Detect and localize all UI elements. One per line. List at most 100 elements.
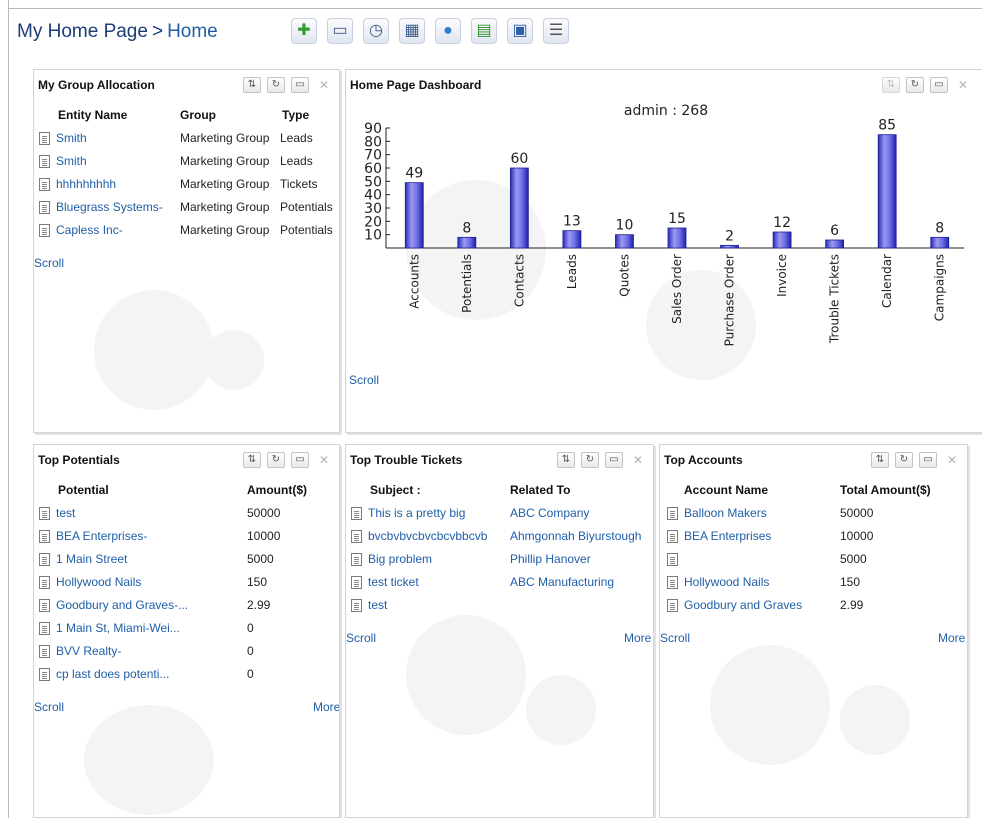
more-link[interactable]: More [938, 631, 967, 645]
chart-bar [667, 227, 687, 249]
row-link[interactable]: 1 Main St, Miami-Wei... [56, 621, 180, 635]
bar-value-label: 2 [725, 228, 734, 244]
notes-icon[interactable]: ☰ [543, 18, 569, 44]
settings-icon[interactable]: ⇅ [557, 452, 575, 468]
close-icon[interactable]: ✕ [315, 452, 333, 468]
row-link[interactable]: ABC Company [510, 506, 589, 520]
more-link[interactable]: More [624, 631, 653, 645]
row-link[interactable]: Smith [56, 131, 87, 145]
document-icon [39, 553, 50, 566]
row-value: 5000 [247, 552, 274, 566]
row-value: 10000 [840, 529, 874, 543]
close-icon[interactable]: ✕ [954, 77, 972, 93]
row-link[interactable]: Ahmgonnah Biyurstough [510, 529, 641, 543]
x-tick-label: Contacts [512, 254, 526, 307]
settings-icon[interactable]: ⇅ [243, 452, 261, 468]
scroll-link[interactable]: Scroll [34, 256, 64, 270]
clipboard-icon[interactable]: ▤ [471, 18, 497, 44]
minimize-icon[interactable]: ▭ [291, 77, 309, 93]
y-tick-label: 90 [364, 121, 382, 137]
close-icon[interactable]: ✕ [315, 77, 333, 93]
scroll-link[interactable]: Scroll [34, 700, 64, 714]
panel-controls: ⇅ ↻ ▭ ✕ [243, 452, 333, 468]
row-value: 150 [247, 575, 268, 589]
chart-bar [509, 167, 529, 249]
row-value: 5000 [840, 552, 867, 566]
minimize-icon[interactable]: ▭ [919, 452, 937, 468]
row-link[interactable]: BEA Enterprises- [56, 529, 147, 543]
row-link[interactable]: Balloon Makers [684, 506, 767, 520]
refresh-icon[interactable]: ↻ [267, 452, 285, 468]
row-link[interactable]: Hollywood Nails [56, 575, 141, 589]
row-link[interactable]: test [368, 598, 387, 612]
document-icon [39, 224, 50, 237]
calculator-icon[interactable]: ▦ [399, 18, 425, 44]
paw-watermark [406, 615, 526, 735]
column-header: Total Amount($) [840, 483, 931, 497]
refresh-icon[interactable]: ↻ [267, 77, 285, 93]
clock-icon[interactable]: ◷ [363, 18, 389, 44]
document-icon [667, 553, 678, 566]
row-link[interactable]: test ticket [368, 575, 419, 589]
panel-title: Top Trouble Tickets [350, 453, 463, 467]
paw-watermark [94, 290, 214, 410]
row-value: Marketing Group [180, 154, 270, 168]
row-link[interactable]: bvcbvbvcbvcbcvbbcvb [368, 529, 487, 543]
column-header: Potential [58, 483, 109, 497]
minimize-icon[interactable]: ▭ [605, 452, 623, 468]
row-link[interactable]: cp last does potenti... [56, 667, 169, 681]
row-link[interactable]: Goodbury and Graves [684, 598, 802, 612]
row-link[interactable]: Capless Inc- [56, 223, 123, 237]
row-link[interactable]: Big problem [368, 552, 432, 566]
column-header: Group [180, 108, 216, 122]
row-link[interactable]: Hollywood Nails [684, 575, 769, 589]
settings-icon[interactable]: ⇅ [871, 452, 889, 468]
row-value: 2.99 [247, 598, 271, 612]
row-link[interactable]: BEA Enterprises [684, 529, 771, 543]
row-link[interactable]: Smith [56, 154, 87, 168]
document-icon [39, 645, 50, 658]
row-value: 0 [247, 667, 254, 681]
scroll-link[interactable]: Scroll [660, 631, 690, 645]
chat-icon[interactable]: ● [435, 18, 461, 44]
close-icon[interactable]: ✕ [943, 452, 961, 468]
settings-icon[interactable]: ⇅ [243, 77, 261, 93]
bar-value-label: 12 [773, 215, 791, 231]
scroll-link[interactable]: Scroll [346, 631, 376, 645]
row-value: Marketing Group [180, 131, 270, 145]
row-link[interactable]: This is a pretty big [368, 506, 465, 520]
row-link[interactable]: Bluegrass Systems- [56, 200, 163, 214]
refresh-icon[interactable]: ↻ [895, 452, 913, 468]
more-link[interactable]: More [313, 700, 339, 714]
row-value: 10000 [247, 529, 281, 543]
bar-value-label: 13 [563, 214, 581, 230]
window-icon[interactable]: ▭ [327, 18, 353, 44]
row-link[interactable]: Phillip Hanover [510, 552, 591, 566]
close-icon[interactable]: ✕ [629, 452, 647, 468]
settings-icon: ⇅ [882, 77, 900, 93]
row-link[interactable]: BVV Realty- [56, 644, 121, 658]
frame-left-border [8, 0, 9, 818]
document-icon [667, 530, 678, 543]
bar-value-label: 15 [668, 211, 686, 227]
row-value: Potentials [280, 223, 333, 237]
document-icon [39, 507, 50, 520]
row-link[interactable]: Goodbury and Graves-... [56, 598, 188, 612]
add-icon[interactable]: ✚ [291, 18, 317, 44]
monitor-icon[interactable]: ▣ [507, 18, 533, 44]
minimize-icon[interactable]: ▭ [291, 452, 309, 468]
scroll-link[interactable]: Scroll [349, 373, 379, 387]
document-icon [39, 668, 50, 681]
document-icon [351, 507, 362, 520]
x-tick-label: Calendar [880, 254, 894, 308]
refresh-icon[interactable]: ↻ [581, 452, 599, 468]
row-value: Marketing Group [180, 223, 270, 237]
refresh-icon[interactable]: ↻ [906, 77, 924, 93]
breadcrumb-root[interactable]: My Home Page [17, 21, 148, 42]
row-link[interactable]: ABC Manufacturing [510, 575, 614, 589]
row-link[interactable]: 1 Main Street [56, 552, 127, 566]
row-link[interactable]: test [56, 506, 75, 520]
minimize-icon[interactable]: ▭ [930, 77, 948, 93]
document-icon [667, 576, 678, 589]
row-link[interactable]: hhhhhhhhh [56, 177, 116, 191]
